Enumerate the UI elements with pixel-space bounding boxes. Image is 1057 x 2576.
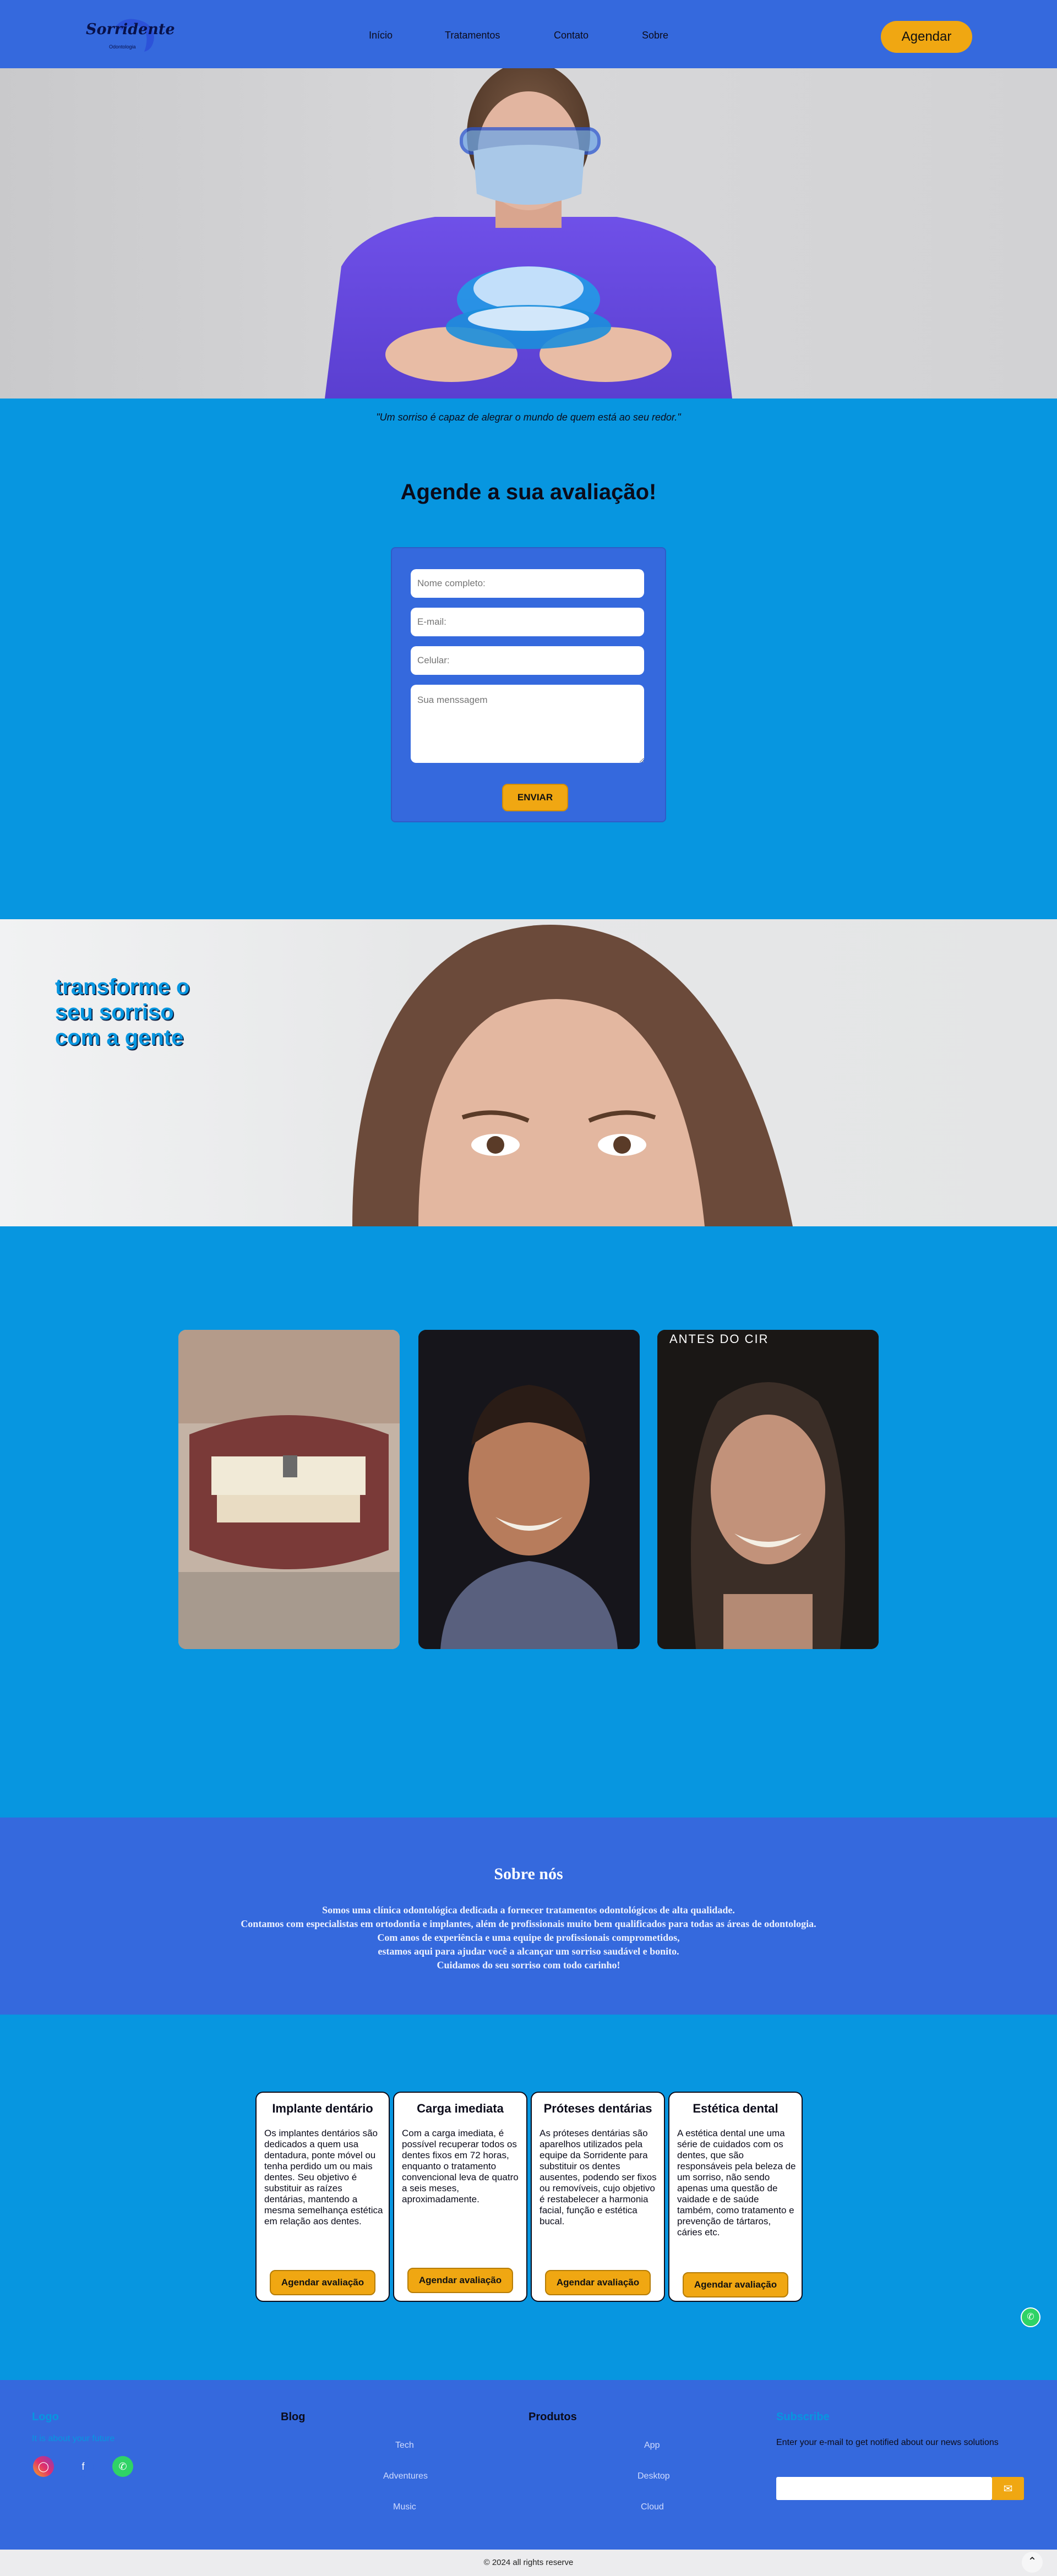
card-title: Carga imediata [417, 2102, 504, 2115]
footer-link-adventures[interactable]: Adventures [383, 2471, 428, 2481]
about-line: Com anos de experiência e uma equipe de … [377, 1932, 680, 1943]
email-input[interactable] [411, 608, 644, 636]
service-card-proteses: Próteses dentárias As próteses dentárias… [531, 2092, 665, 2302]
phone-input[interactable] [411, 646, 644, 675]
woman-smile-image [352, 925, 793, 1226]
gallery-photo-teeth [178, 1330, 400, 1649]
gallery-photo-man [418, 1330, 640, 1649]
footer-link-tech[interactable]: Tech [395, 2441, 414, 2451]
enviar-button[interactable]: ENVIAR [502, 784, 568, 811]
footer-link-desktop[interactable]: Desktop [638, 2471, 670, 2481]
banner-line: transforme o [55, 975, 190, 999]
subscribe-text: Enter your e-mail to get notified about … [776, 2438, 999, 2447]
footer-subscribe-title: Subscribe [776, 2411, 830, 2423]
card-title: Implante dentário [272, 2102, 373, 2115]
logo-subtitle: Odontologia [109, 44, 136, 50]
whatsapp-float-icon[interactable]: ✆ [1021, 2307, 1040, 2327]
site-footer: Logo It is about your future ◯ f ✆ Blog … [0, 2380, 1057, 2550]
whatsapp-icon[interactable]: ✆ [112, 2456, 133, 2477]
agendar-button[interactable]: Agendar [881, 21, 972, 53]
gallery-photo-woman: ANTES DO CIR [657, 1330, 879, 1649]
hero-quote: "Um sorriso é capaz de alegrar o mundo d… [376, 412, 681, 423]
card-title: Próteses dentárias [543, 2102, 652, 2115]
card-title: Estética dental [693, 2102, 778, 2115]
instagram-icon[interactable]: ◯ [33, 2456, 54, 2477]
agendar-avaliacao-button[interactable]: Agendar avaliação [683, 2272, 788, 2297]
footer-link-app[interactable]: App [644, 2441, 660, 2451]
smile-banner: transforme o seu sorriso com a gente [0, 919, 1057, 1226]
nav-inicio[interactable]: Início [369, 30, 393, 41]
copyright-bar: © 2024 all rights reserve [0, 2550, 1057, 2576]
site-header: Sorridente Odontologia Início Tratamento… [0, 0, 1057, 68]
about-line: Cuidamos do seu sorriso com todo carinho… [437, 1960, 620, 1971]
form-title: Agende a sua avaliação! [400, 480, 657, 504]
card-text: Os implantes dentários são dedicados a q… [264, 2128, 383, 2226]
footer-produtos-title: Produtos [528, 2411, 577, 2423]
facebook-icon[interactable]: f [73, 2456, 94, 2477]
about-text: Somos uma clínica odontológica dedicada … [0, 1903, 1057, 1972]
banner-headline: transforme o seu sorriso com a gente [55, 974, 220, 1050]
about-line: Contamos com especialistas em ortodontia… [241, 1918, 816, 1929]
appointment-form: ENVIAR [391, 547, 666, 822]
footer-blog-title: Blog [281, 2411, 306, 2423]
about-line: Somos uma clínica odontológica dedicada … [322, 1904, 735, 1915]
footer-tagline: It is about your future [32, 2434, 115, 2443]
message-textarea[interactable] [411, 685, 644, 763]
copyright-text: © 2024 all rights reserve [483, 2558, 574, 2567]
agendar-avaliacao-button[interactable]: Agendar avaliação [407, 2268, 513, 2293]
banner-line: seu sorriso [55, 1000, 174, 1024]
subscribe-email-input[interactable] [776, 2477, 992, 2500]
card-text: A estética dental une uma série de cuida… [677, 2128, 796, 2237]
service-card-implante: Implante dentário Os implantes dentários… [255, 2092, 390, 2302]
card-text: As próteses dentárias são aparelhos util… [540, 2128, 657, 2226]
card-text: Com a carga imediata, é possível recuper… [402, 2128, 519, 2204]
subscribe-button[interactable]: ✉ [992, 2477, 1024, 2500]
about-title: Sobre nós [494, 1865, 563, 1883]
banner-line: com a gente [55, 1025, 184, 1050]
logo-text: Sorridente [86, 21, 175, 38]
nav-contato[interactable]: Contato [554, 30, 589, 41]
about-line: estamos aqui para ajudar você a alcançar… [378, 1946, 679, 1957]
footer-logo-title: Logo [32, 2411, 59, 2423]
about-section: Sobre nós Somos uma clínica odontológica… [0, 1818, 1057, 2015]
service-card-estetica: Estética dental A estética dental une um… [668, 2092, 803, 2302]
envelope-icon: ✉ [1003, 2482, 1013, 2495]
before-label: ANTES DO CIR [669, 1332, 769, 1346]
chevron-up-icon[interactable]: ⌃ [1022, 2552, 1043, 2573]
logo[interactable]: Sorridente Odontologia [83, 15, 175, 54]
service-card-carga: Carga imediata Com a carga imediata, é p… [393, 2092, 527, 2302]
footer-link-cloud[interactable]: Cloud [641, 2502, 664, 2512]
nav-sobre[interactable]: Sobre [642, 30, 668, 41]
footer-link-music[interactable]: Music [393, 2502, 416, 2512]
hero-image [0, 68, 1057, 399]
agendar-avaliacao-button[interactable]: Agendar avaliação [270, 2270, 375, 2295]
name-input[interactable] [411, 569, 644, 598]
nav-tratamentos[interactable]: Tratamentos [445, 30, 500, 41]
agendar-avaliacao-button[interactable]: Agendar avaliação [545, 2270, 651, 2295]
